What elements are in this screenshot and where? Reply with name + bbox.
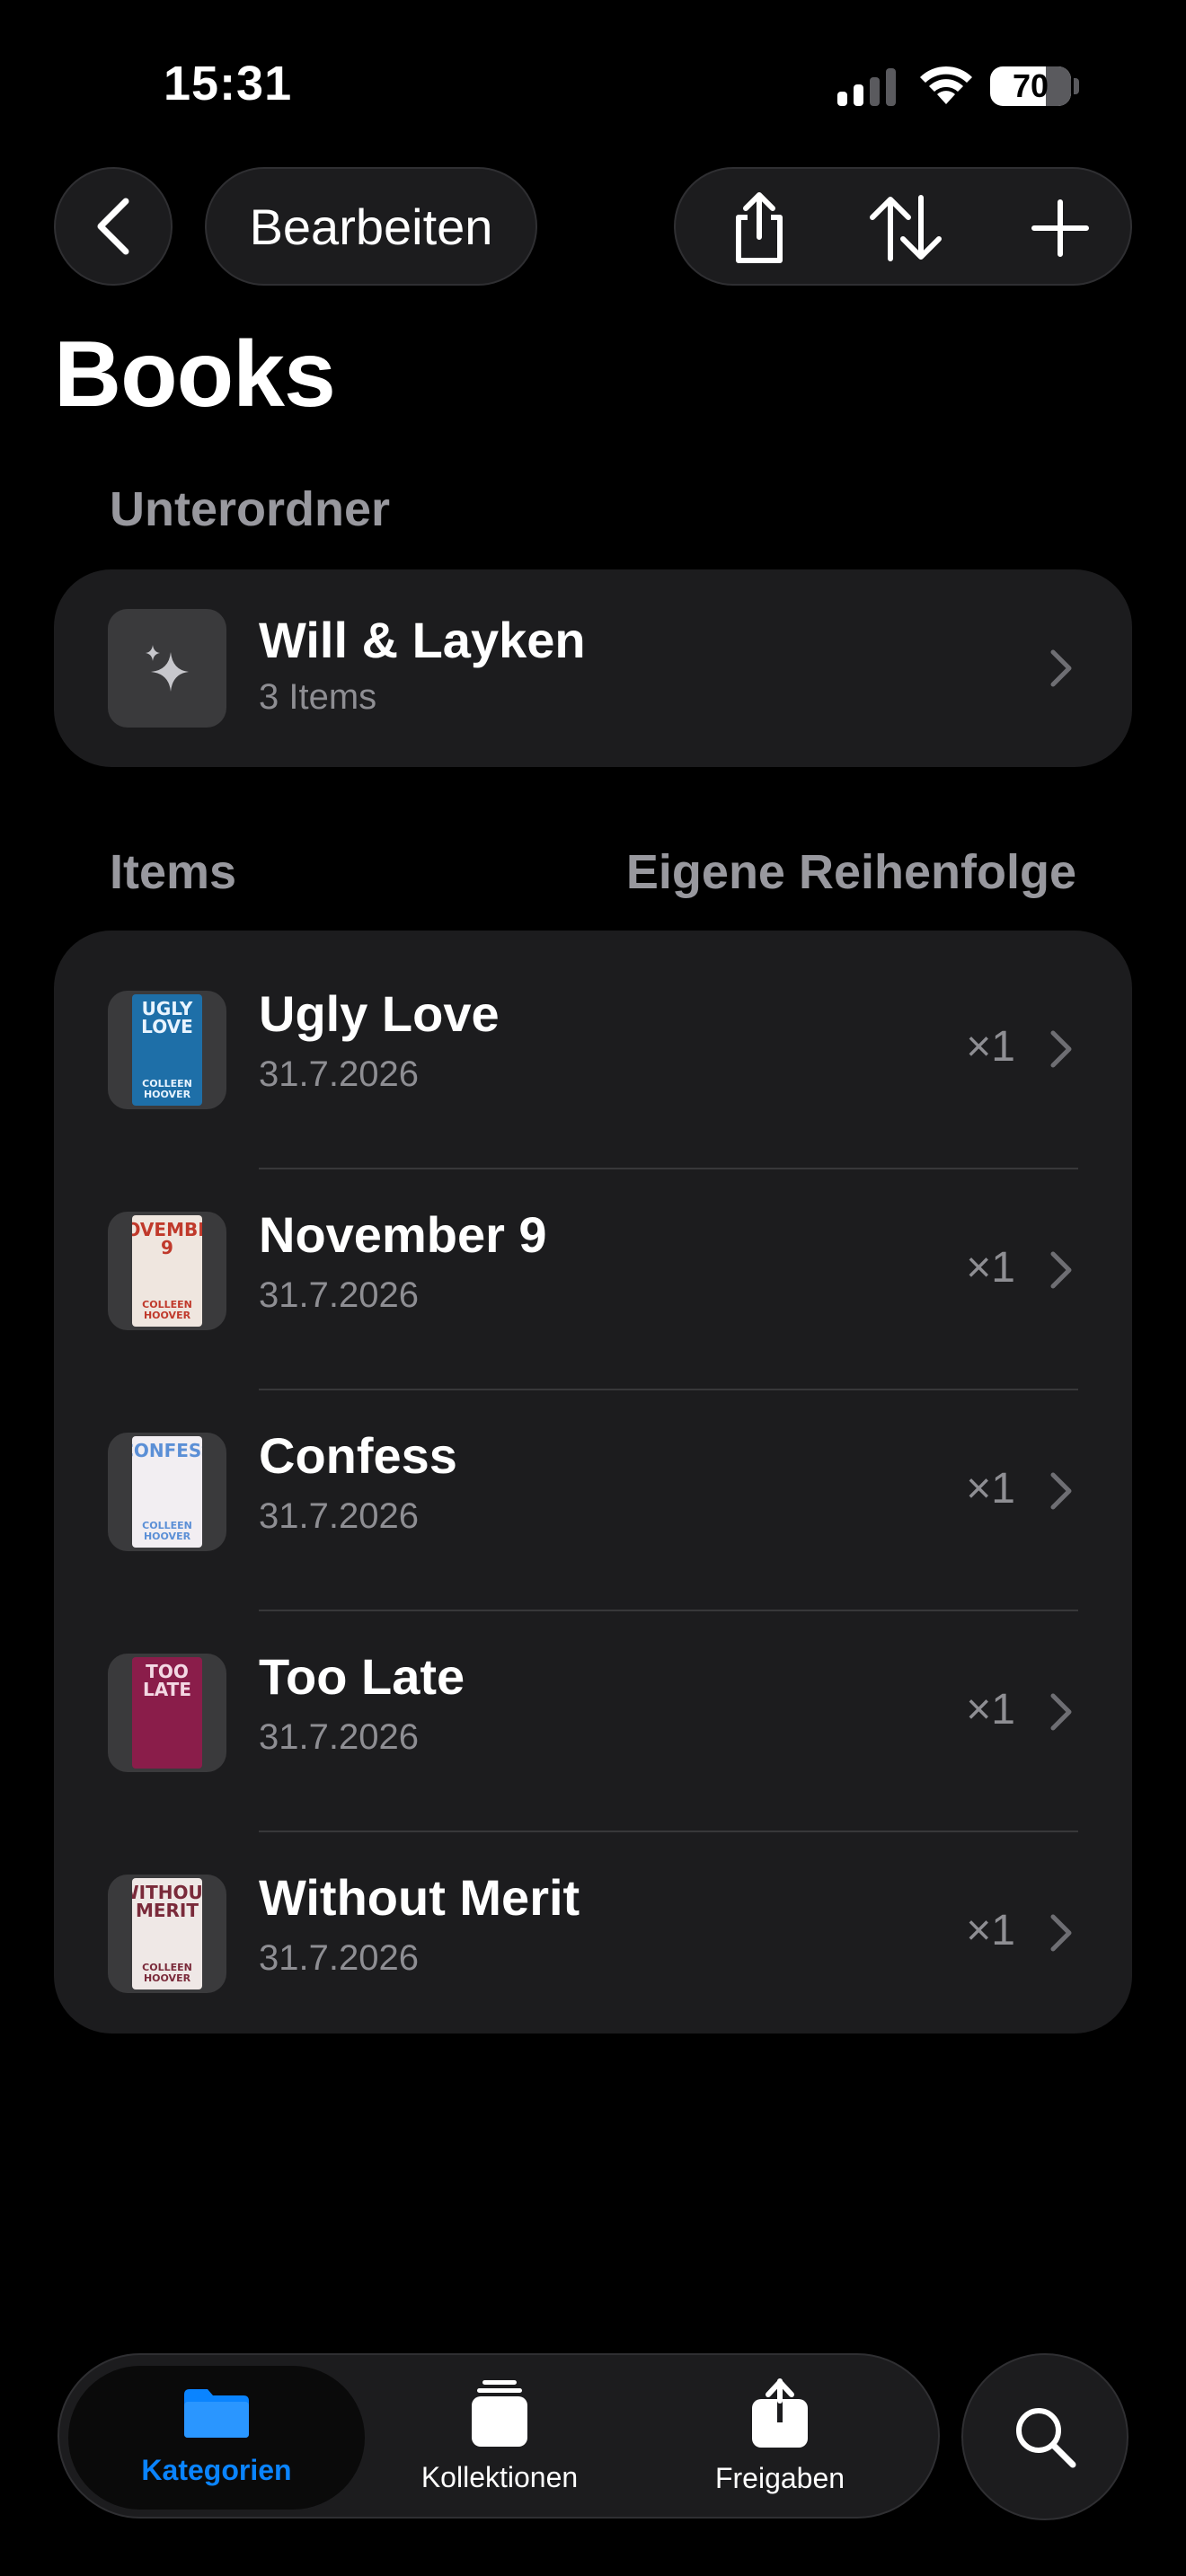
sparkles-icon <box>146 645 189 692</box>
tab-label: Kategorien <box>141 2453 292 2486</box>
item-row[interactable]: TOO LATE Too Late 31.7.2026 ×1 <box>54 1611 1132 1832</box>
search-icon <box>1016 2408 1076 2468</box>
item-title: Confess <box>259 1427 457 1484</box>
book-cover-image: WITHOUT MERIT COLLEEN HOOVER <box>132 1878 202 1989</box>
book-cover-image: CONFESS COLLEEN HOOVER <box>132 1436 202 1548</box>
chevron-left-icon <box>97 198 129 255</box>
item-date: 31.7.2026 <box>259 1275 419 1315</box>
cover-title: CONFESS <box>132 1440 202 1461</box>
cellular-signal-icon <box>837 66 896 106</box>
stack-icon <box>472 2379 527 2447</box>
tab-kollektionen[interactable]: Kollektionen <box>365 2355 634 2517</box>
chevron-right-icon <box>1050 1251 1072 1289</box>
tab-freigaben[interactable]: Freigaben <box>645 2355 915 2517</box>
item-title: November 9 <box>259 1206 547 1263</box>
share-icon <box>736 192 783 263</box>
item-title: Too Late <box>259 1648 465 1705</box>
item-date: 31.7.2026 <box>259 1717 419 1757</box>
sort-arrows-icon <box>870 195 942 261</box>
status-time: 15:31 <box>164 57 293 110</box>
subfolder-item[interactable]: Will & Layken 3 Items <box>54 569 1132 767</box>
toolbar-actions <box>674 167 1132 286</box>
cover-title: WITHOUT MERIT <box>132 1882 202 1921</box>
item-row[interactable]: NOVEMBER 9 COLLEEN HOOVER November 9 31.… <box>54 1169 1132 1390</box>
item-date: 31.7.2026 <box>259 1938 419 1978</box>
page-title: Books <box>54 322 336 427</box>
battery-level: 70 <box>1012 67 1049 104</box>
cover-title: NOVEMBER 9 <box>132 1219 202 1258</box>
cover-author: COLLEEN HOOVER <box>142 1962 192 1984</box>
book-thumbnail: TOO LATE <box>108 1654 226 1772</box>
chevron-right-icon <box>1050 649 1072 687</box>
item-date: 31.7.2026 <box>259 1496 419 1536</box>
item-quantity: ×1 <box>966 1686 1015 1734</box>
tab-label: Freigaben <box>714 2461 845 2494</box>
item-quantity: ×1 <box>966 1465 1015 1513</box>
battery-cap <box>1074 78 1079 94</box>
chevron-right-icon <box>1050 1693 1072 1731</box>
cover-author: COLLEEN HOOVER <box>142 1299 192 1321</box>
back-button[interactable] <box>54 167 173 286</box>
chevron-right-icon <box>1050 1472 1072 1510</box>
chevron-right-icon <box>1050 1030 1072 1068</box>
wifi-icon <box>916 63 976 110</box>
share-button[interactable] <box>705 169 813 287</box>
tab-kategorien[interactable]: Kategorien <box>82 2355 351 2517</box>
tab-bar: Kategorien Kollektionen Freigaben <box>58 2353 940 2519</box>
item-row[interactable]: UGLY LOVE COLLEEN HOOVER Ugly Love 31.7.… <box>54 948 1132 1169</box>
tab-label: Kollektionen <box>420 2460 579 2493</box>
items-list: UGLY LOVE COLLEEN HOOVER Ugly Love 31.7.… <box>54 931 1132 2033</box>
book-cover-image: UGLY LOVE COLLEEN HOOVER <box>132 994 202 1106</box>
subfolder-title: Will & Layken <box>259 612 586 668</box>
folder-icon <box>184 2388 249 2438</box>
item-quantity: ×1 <box>966 1244 1015 1292</box>
chevron-right-icon <box>1050 1914 1072 1952</box>
item-row[interactable]: WITHOUT MERIT COLLEEN HOOVER Without Mer… <box>54 1832 1132 2053</box>
share-tab-icon <box>752 2378 808 2448</box>
edit-button[interactable]: Bearbeiten <box>205 167 537 286</box>
sort-order-label[interactable]: Eigene Reihenfolge <box>626 844 1076 900</box>
item-quantity: ×1 <box>966 1907 1015 1954</box>
item-date: 31.7.2026 <box>259 1054 419 1094</box>
book-thumbnail: UGLY LOVE COLLEEN HOOVER <box>108 991 226 1109</box>
items-header: Items <box>110 845 237 899</box>
subfolder-count: 3 Items <box>259 677 377 717</box>
plus-icon <box>1031 199 1089 257</box>
subfolders-header: Unterordner <box>110 482 391 536</box>
item-title: Ugly Love <box>259 985 500 1042</box>
cover-title: TOO LATE <box>143 1661 191 1700</box>
item-title: Without Merit <box>259 1869 580 1926</box>
book-thumbnail: WITHOUT MERIT COLLEEN HOOVER <box>108 1875 226 1993</box>
item-quantity: ×1 <box>966 1023 1015 1071</box>
book-cover-image: NOVEMBER 9 COLLEEN HOOVER <box>132 1215 202 1327</box>
battery-icon: 70 <box>990 66 1071 106</box>
cover-author: COLLEEN HOOVER <box>142 1520 192 1542</box>
book-thumbnail: CONFESS COLLEEN HOOVER <box>108 1433 226 1551</box>
cover-author: COLLEEN HOOVER <box>142 1078 192 1100</box>
add-button[interactable] <box>1006 169 1114 287</box>
book-thumbnail: NOVEMBER 9 COLLEEN HOOVER <box>108 1212 226 1330</box>
book-cover-image: TOO LATE <box>132 1657 202 1769</box>
subfolder-thumbnail <box>108 609 226 728</box>
item-row[interactable]: CONFESS COLLEEN HOOVER Confess 31.7.2026… <box>54 1390 1132 1611</box>
search-button[interactable] <box>961 2353 1128 2520</box>
sort-button[interactable] <box>852 169 960 287</box>
cover-title: UGLY LOVE <box>141 998 193 1037</box>
